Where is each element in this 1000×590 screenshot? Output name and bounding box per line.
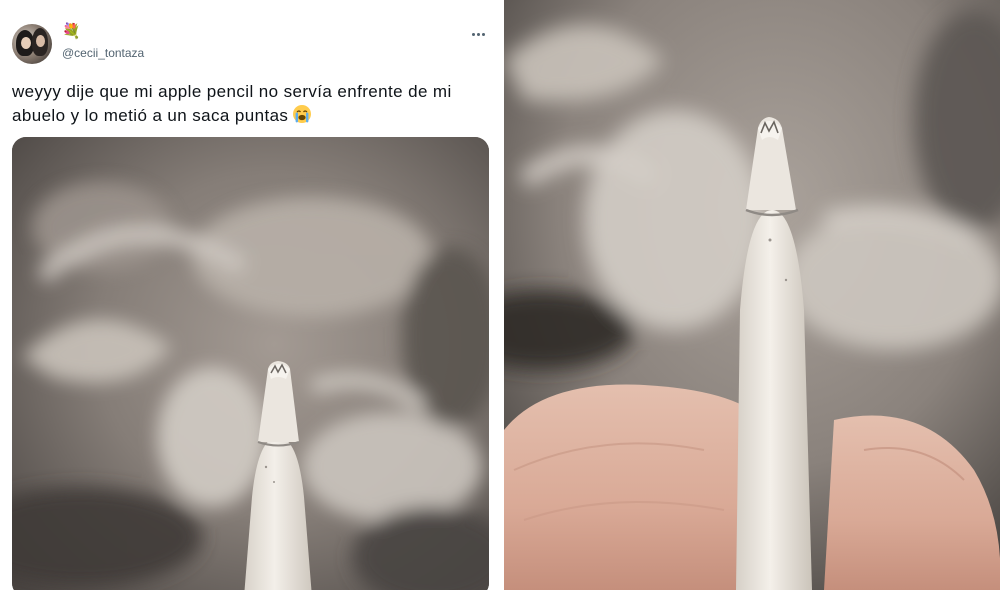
avatar[interactable] bbox=[12, 24, 52, 64]
tweet-text: weyyy dije que mi apple pencil no servía… bbox=[12, 80, 492, 131]
zoomed-photo bbox=[504, 0, 1000, 590]
screenshot-canvas: 💐 @cecii_tontaza weyyy dije que mi apple… bbox=[0, 0, 1000, 590]
pencil-photo-left bbox=[12, 137, 489, 590]
tweet-body: weyyy dije que mi apple pencil no servía… bbox=[12, 82, 452, 125]
tweet-card: 💐 @cecii_tontaza weyyy dije que mi apple… bbox=[0, 0, 500, 590]
more-horizontal-icon[interactable] bbox=[468, 28, 488, 40]
tweet-photo[interactable] bbox=[12, 137, 489, 590]
avatar-face-left bbox=[21, 37, 31, 49]
pencil-photo-right bbox=[504, 0, 1000, 590]
avatar-face-right bbox=[36, 35, 45, 47]
tweet-header: 💐 @cecii_tontaza bbox=[12, 22, 492, 68]
user-handle[interactable]: @cecii_tontaza bbox=[62, 46, 144, 60]
crying-face-emoji: 😭 bbox=[292, 104, 312, 131]
display-name[interactable]: 💐 bbox=[62, 22, 81, 40]
